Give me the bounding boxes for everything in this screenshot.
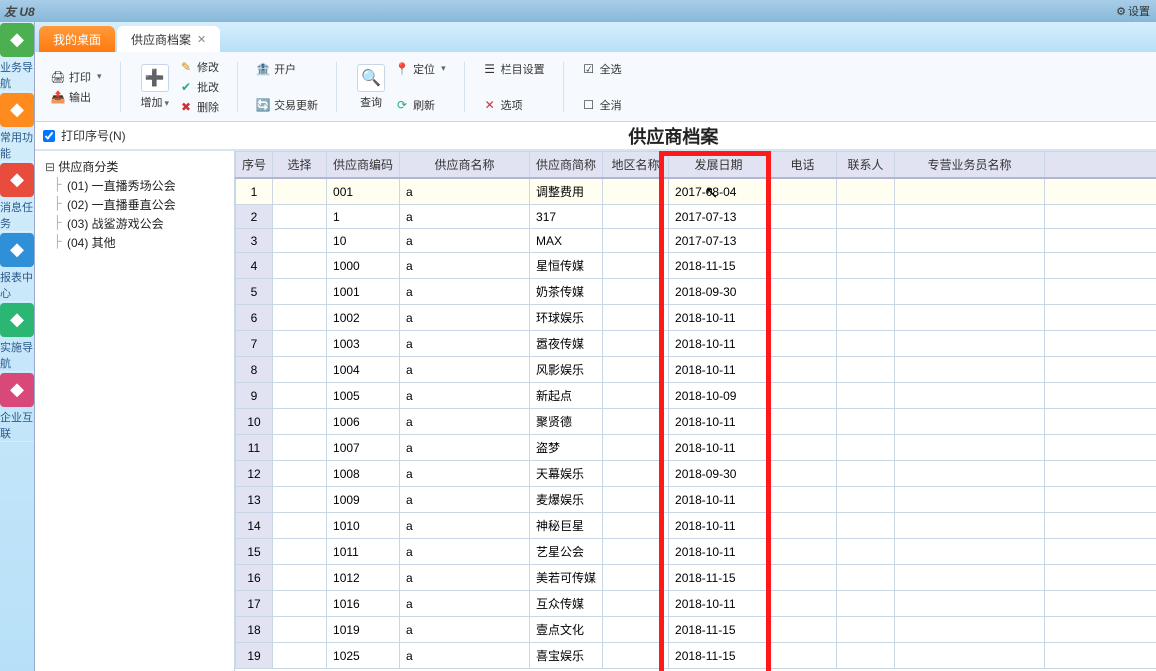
select-all-button[interactable]: ☑全选 bbox=[578, 60, 626, 78]
column-header[interactable]: 供应商编码 bbox=[327, 152, 400, 179]
options-button[interactable]: ✕选项 bbox=[479, 96, 549, 114]
nav-实施导航[interactable]: ◆实施导航 bbox=[0, 302, 34, 372]
query-button[interactable]: 🔍查询 bbox=[351, 62, 391, 112]
nav-icon: ◆ bbox=[0, 373, 34, 407]
refresh-button[interactable]: ⟳刷新 bbox=[391, 96, 450, 114]
print-button[interactable]: 🖨打印 bbox=[47, 68, 106, 86]
table-row[interactable]: 21a3172017-07-13 bbox=[236, 205, 1156, 229]
modify-button[interactable]: ✎修改 bbox=[175, 58, 223, 76]
table-row[interactable]: 310aMAX2017-07-13 bbox=[236, 229, 1156, 253]
table-row[interactable]: 61002a环球娱乐2018-10-11 bbox=[236, 305, 1156, 331]
table-row[interactable]: 101006a聚贤德2018-10-11 bbox=[236, 409, 1156, 435]
search-icon: 🔍 bbox=[357, 64, 385, 92]
nav-报表中心[interactable]: ◆报表中心 bbox=[0, 232, 34, 302]
close-icon[interactable]: ✕ bbox=[197, 33, 206, 46]
print-seq-label: 打印序号(N) bbox=[61, 127, 126, 144]
kaihu-button[interactable]: 🏦开户 bbox=[252, 60, 322, 78]
nav-icon: ◆ bbox=[0, 303, 34, 337]
delete-button[interactable]: ✖删除 bbox=[175, 98, 223, 116]
tab-我的桌面[interactable]: 我的桌面 bbox=[39, 26, 115, 52]
add-icon: ➕ bbox=[141, 64, 169, 92]
locate-button[interactable]: 📍定位 bbox=[391, 60, 450, 78]
table-row[interactable]: 191025a喜宝娱乐2018-11-15 bbox=[236, 643, 1156, 669]
table-row[interactable]: 131009a麦爆娱乐2018-10-11 bbox=[236, 487, 1156, 513]
column-header[interactable]: 分管部门名 bbox=[1045, 152, 1156, 179]
page-title: 供应商档案 bbox=[132, 123, 1156, 149]
output-button[interactable]: 📤输出 bbox=[47, 88, 106, 106]
sub-bar: 打印序号(N) 供应商档案 bbox=[35, 122, 1156, 150]
table-row[interactable]: 41000a星恒传媒2018-11-15 bbox=[236, 253, 1156, 279]
tab-供应商档案[interactable]: 供应商档案✕ bbox=[117, 26, 220, 52]
left-nav: ◆业务导航◆常用功能◆消息任务◆报表中心◆实施导航◆企业互联 bbox=[0, 22, 35, 671]
table-row[interactable]: 81004a风影娱乐2018-10-11 bbox=[236, 357, 1156, 383]
column-header[interactable]: 供应商简称 bbox=[530, 152, 603, 179]
data-grid[interactable]: 序号选择供应商编码供应商名称供应商简称地区名称发展日期电话联系人专营业务员名称分… bbox=[235, 151, 1156, 669]
column-header[interactable]: 电话 bbox=[769, 152, 837, 179]
approve-button[interactable]: ✔批改 bbox=[175, 78, 223, 96]
nav-企业互联[interactable]: ◆企业互联 bbox=[0, 372, 34, 442]
toolbar: 🖨打印 📤输出 ➕增加 ✎修改 ✔批改 ✖删除 🏦开户 🔄交易更新 bbox=[35, 52, 1156, 122]
jiaoyi-button[interactable]: 🔄交易更新 bbox=[252, 96, 322, 114]
table-row[interactable]: 161012a美若可传媒2018-11-15 bbox=[236, 565, 1156, 591]
column-header[interactable]: 供应商名称 bbox=[400, 152, 530, 179]
table-row[interactable]: 91005a新起点2018-10-09 bbox=[236, 383, 1156, 409]
column-header[interactable]: 序号 bbox=[236, 152, 273, 179]
table-row[interactable]: 171016a互众传媒2018-10-11 bbox=[236, 591, 1156, 617]
table-row[interactable]: 111007a盗梦2018-10-11 bbox=[236, 435, 1156, 461]
tab-bar: 我的桌面供应商档案✕ bbox=[35, 22, 1156, 52]
column-settings-button[interactable]: ☰栏目设置 bbox=[479, 60, 549, 78]
tree-node[interactable]: (03) 战鲨游戏公会 bbox=[39, 214, 230, 233]
table-row[interactable]: 121008a天幕娱乐2018-09-30 bbox=[236, 461, 1156, 487]
table-row[interactable]: 51001a奶茶传媒2018-09-30 bbox=[236, 279, 1156, 305]
column-header[interactable]: 专营业务员名称 bbox=[895, 152, 1045, 179]
nav-业务导航[interactable]: ◆业务导航 bbox=[0, 22, 34, 92]
deselect-all-button[interactable]: ☐全消 bbox=[578, 96, 626, 114]
column-header[interactable]: 联系人 bbox=[837, 152, 895, 179]
data-grid-container: 序号选择供应商编码供应商名称供应商简称地区名称发展日期电话联系人专营业务员名称分… bbox=[235, 151, 1156, 671]
title-bar: 友 U8 ⚙ 设置 bbox=[0, 0, 1156, 22]
add-button[interactable]: ➕增加 bbox=[135, 62, 176, 112]
table-row[interactable]: 71003a嚣夜传媒2018-10-11 bbox=[236, 331, 1156, 357]
column-header[interactable]: 选择 bbox=[273, 152, 327, 179]
nav-消息任务[interactable]: ◆消息任务 bbox=[0, 162, 34, 232]
nav-常用功能[interactable]: ◆常用功能 bbox=[0, 92, 34, 162]
tree-node[interactable]: (02) 一直播垂直公会 bbox=[39, 195, 230, 214]
column-header[interactable]: 地区名称 bbox=[603, 152, 669, 179]
app-logo: 友 U8 bbox=[4, 3, 35, 20]
category-tree: 供应商分类(01) 一直播秀场公会(02) 一直播垂直公会(03) 战鲨游戏公会… bbox=[35, 151, 235, 671]
settings-link[interactable]: ⚙ 设置 bbox=[1116, 3, 1150, 19]
column-header[interactable]: 发展日期 bbox=[669, 152, 769, 179]
nav-icon: ◆ bbox=[0, 93, 34, 127]
nav-icon: ◆ bbox=[0, 233, 34, 267]
nav-icon: ◆ bbox=[0, 23, 34, 57]
table-row[interactable]: 1001a调整费用2017-08-04 bbox=[236, 178, 1156, 205]
tree-node[interactable]: (04) 其他 bbox=[39, 233, 230, 252]
print-seq-checkbox[interactable] bbox=[43, 130, 55, 142]
tree-node[interactable]: (01) 一直播秀场公会 bbox=[39, 176, 230, 195]
table-row[interactable]: 151011a艺星公会2018-10-11 bbox=[236, 539, 1156, 565]
nav-icon: ◆ bbox=[0, 163, 34, 197]
tree-root[interactable]: 供应商分类 bbox=[39, 157, 230, 176]
table-row[interactable]: 181019a壹点文化2018-11-15 bbox=[236, 617, 1156, 643]
table-row[interactable]: 141010a神秘巨星2018-10-11 bbox=[236, 513, 1156, 539]
